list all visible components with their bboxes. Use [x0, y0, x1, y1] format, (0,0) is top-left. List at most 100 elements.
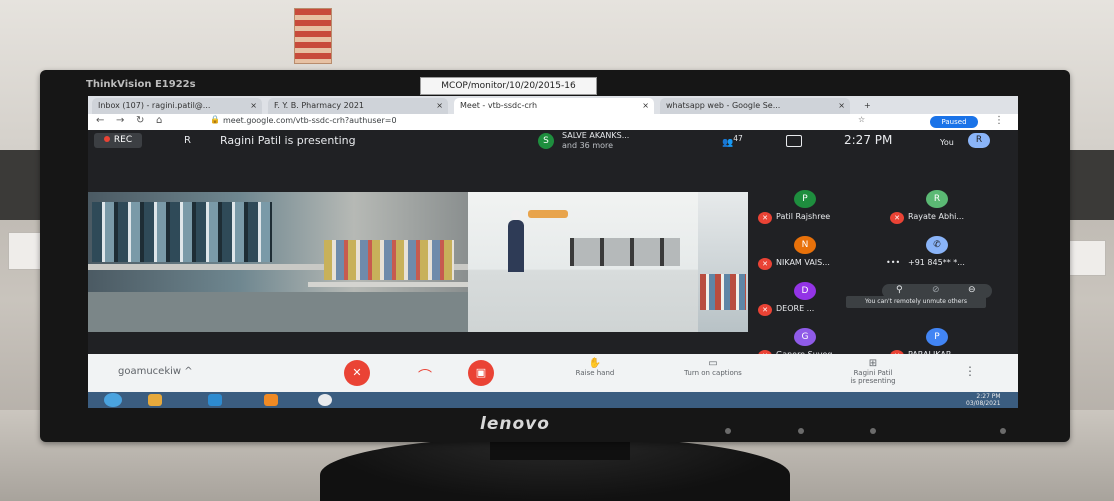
- meeting-code[interactable]: goamucekiw ^: [118, 366, 193, 377]
- forward-icon[interactable]: →: [116, 115, 124, 126]
- close-icon[interactable]: ×: [250, 98, 257, 114]
- close-icon[interactable]: ×: [642, 98, 649, 114]
- avatar: R: [926, 190, 948, 208]
- self-avatar[interactable]: R: [968, 133, 990, 148]
- wall-socket: [8, 232, 44, 270]
- chevron-up-icon: ^: [184, 366, 193, 377]
- raise-hand-button[interactable]: ✋ Raise hand: [550, 358, 640, 377]
- participant-name: DEORE ...: [776, 304, 815, 313]
- recording-badge: REC: [94, 133, 142, 148]
- new-tab-button[interactable]: +: [858, 98, 876, 114]
- taskbar-date: 03/08/2021: [966, 400, 1001, 407]
- pin-icon[interactable]: ⚲: [896, 285, 903, 295]
- person-head: [511, 210, 521, 220]
- avatar: D: [794, 282, 816, 300]
- reload-icon[interactable]: ↻: [136, 115, 144, 126]
- monitor-button[interactable]: [798, 428, 804, 434]
- captions-label: Turn on captions: [684, 369, 742, 377]
- tab-label: F. Y. B. Pharmacy 2021: [274, 101, 365, 110]
- close-icon[interactable]: ×: [436, 98, 443, 114]
- power-button[interactable]: [1000, 428, 1006, 434]
- chat-icon[interactable]: [786, 135, 802, 147]
- more-options-icon[interactable]: ⋮: [964, 364, 976, 378]
- mic-off-icon: ✕: [890, 212, 904, 224]
- tab-pharmacy[interactable]: F. Y. B. Pharmacy 2021 ×: [268, 98, 448, 114]
- tab-label: Meet - vtb-ssdc-crh: [460, 101, 538, 110]
- monitor-button[interactable]: [870, 428, 876, 434]
- presenting-button[interactable]: ⊞ Ragini Patil is presenting: [828, 358, 918, 385]
- tab-whatsapp-search[interactable]: whatsapp web - Google Se... ×: [660, 98, 850, 114]
- presenting-status: Ragini Patil is presenting: [220, 134, 356, 147]
- windows-taskbar: 2:27 PM 03/08/2021: [88, 392, 1018, 408]
- participant-name: +91 845** *...: [908, 258, 965, 267]
- mic-off-icon: ✕: [758, 212, 772, 224]
- hand-icon: ✋: [588, 358, 602, 369]
- person-figure: [508, 220, 524, 272]
- folder-icon[interactable]: [148, 394, 162, 406]
- profile-paused-button[interactable]: Paused: [930, 116, 978, 128]
- more-dots: •••: [886, 258, 901, 267]
- book-row: [92, 202, 272, 262]
- book-row: [700, 274, 746, 310]
- wall-socket: [1064, 240, 1106, 276]
- active-speaker: S SALVE AKANKS... and 36 more: [538, 131, 698, 151]
- monitor-brand-logo: lenovo: [480, 414, 550, 434]
- mic-off-icon: ✕: [758, 304, 772, 316]
- mic-toggle-button[interactable]: ✕: [344, 360, 370, 386]
- participant-tile[interactable]: N ✕ NIKAM VAIS...: [752, 234, 882, 282]
- participant-tile[interactable]: P ✕ Patil Rajshree: [752, 188, 882, 236]
- tab-label: Inbox (107) - ragini.patil@...: [98, 101, 211, 110]
- media-player-icon[interactable]: [264, 394, 278, 406]
- captions-icon: ▭: [708, 358, 718, 369]
- speaker-name: SALVE AKANKS...: [562, 131, 630, 140]
- meeting-code-text: goamucekiw: [118, 366, 182, 377]
- participant-name: Rayate Abhi...: [908, 212, 964, 221]
- mute-icon[interactable]: ⊘: [932, 285, 940, 295]
- participant-grid: P ✕ Patil Rajshree R ✕ Rayate Abhi... N …: [748, 152, 1018, 362]
- system-clock: 2:27 PM 03/08/2021: [966, 393, 1001, 407]
- hang-up-button[interactable]: ⌒: [418, 366, 432, 386]
- mute-tooltip: You can't remotely unmute others: [846, 296, 986, 308]
- star-icon[interactable]: ☆: [858, 115, 865, 124]
- mic-off-icon: ✕: [758, 258, 772, 270]
- rec-label: REC: [113, 135, 133, 145]
- start-button[interactable]: [104, 393, 122, 407]
- address-bar: ← → ↻ ⌂ 🔒 meet.google.com/vtb-ssdc-crh?a…: [88, 114, 1018, 131]
- wall-calendar: [294, 8, 332, 64]
- url-input[interactable]: meet.google.com/vtb-ssdc-crh?authuser=0: [223, 116, 397, 125]
- home-icon[interactable]: ⌂: [156, 115, 162, 126]
- browser-tab-bar: Inbox (107) - ragini.patil@... × F. Y. B…: [88, 96, 1018, 114]
- ie-icon[interactable]: [208, 394, 222, 406]
- menu-icon[interactable]: ⋮: [994, 115, 1004, 126]
- presenting-line1: Ragini Patil: [853, 369, 893, 377]
- tab-meet[interactable]: Meet - vtb-ssdc-crh ×: [454, 98, 654, 114]
- avatar: G: [794, 328, 816, 346]
- raise-hand-label: Raise hand: [575, 369, 615, 377]
- monitor-screen: Inbox (107) - ragini.patil@... × F. Y. B…: [88, 96, 1018, 408]
- monitor-button[interactable]: [725, 428, 731, 434]
- participant-name: NIKAM VAIS...: [776, 258, 830, 267]
- avatar: P: [926, 328, 948, 346]
- classroom-tables: [570, 238, 680, 266]
- camera-toggle-button[interactable]: ▣: [468, 360, 494, 386]
- library-floor: [88, 292, 468, 332]
- presentation-video: [88, 192, 748, 332]
- meet-controls-bar: goamucekiw ^ ✕ ⌒ ▣ ✋ Raise hand ▭ Turn o…: [88, 354, 1018, 392]
- remove-icon[interactable]: ⊖: [968, 285, 976, 295]
- captions-button[interactable]: ▭ Turn on captions: [668, 358, 758, 377]
- close-icon[interactable]: ×: [838, 98, 845, 114]
- asset-sticker: MCOP/monitor/10/20/2015-16: [420, 77, 597, 95]
- avatar: S: [538, 133, 554, 149]
- taskbar-time: 2:27 PM: [976, 393, 1001, 400]
- monitor-model-label: ThinkVision E1922s: [86, 79, 196, 90]
- participant-tile[interactable]: ✆ ••• +91 845** *...: [884, 234, 1014, 282]
- tab-inbox[interactable]: Inbox (107) - ragini.patil@... ×: [92, 98, 262, 114]
- chrome-icon[interactable]: [318, 394, 332, 406]
- participant-tile[interactable]: R ✕ Rayate Abhi...: [884, 188, 1014, 236]
- people-count: 47: [733, 134, 743, 143]
- people-button[interactable]: 👥47: [722, 134, 743, 148]
- back-icon[interactable]: ←: [96, 115, 104, 126]
- presenter-avatar: R: [184, 135, 191, 146]
- record-dot-icon: [103, 136, 110, 142]
- present-icon: ⊞: [868, 358, 878, 369]
